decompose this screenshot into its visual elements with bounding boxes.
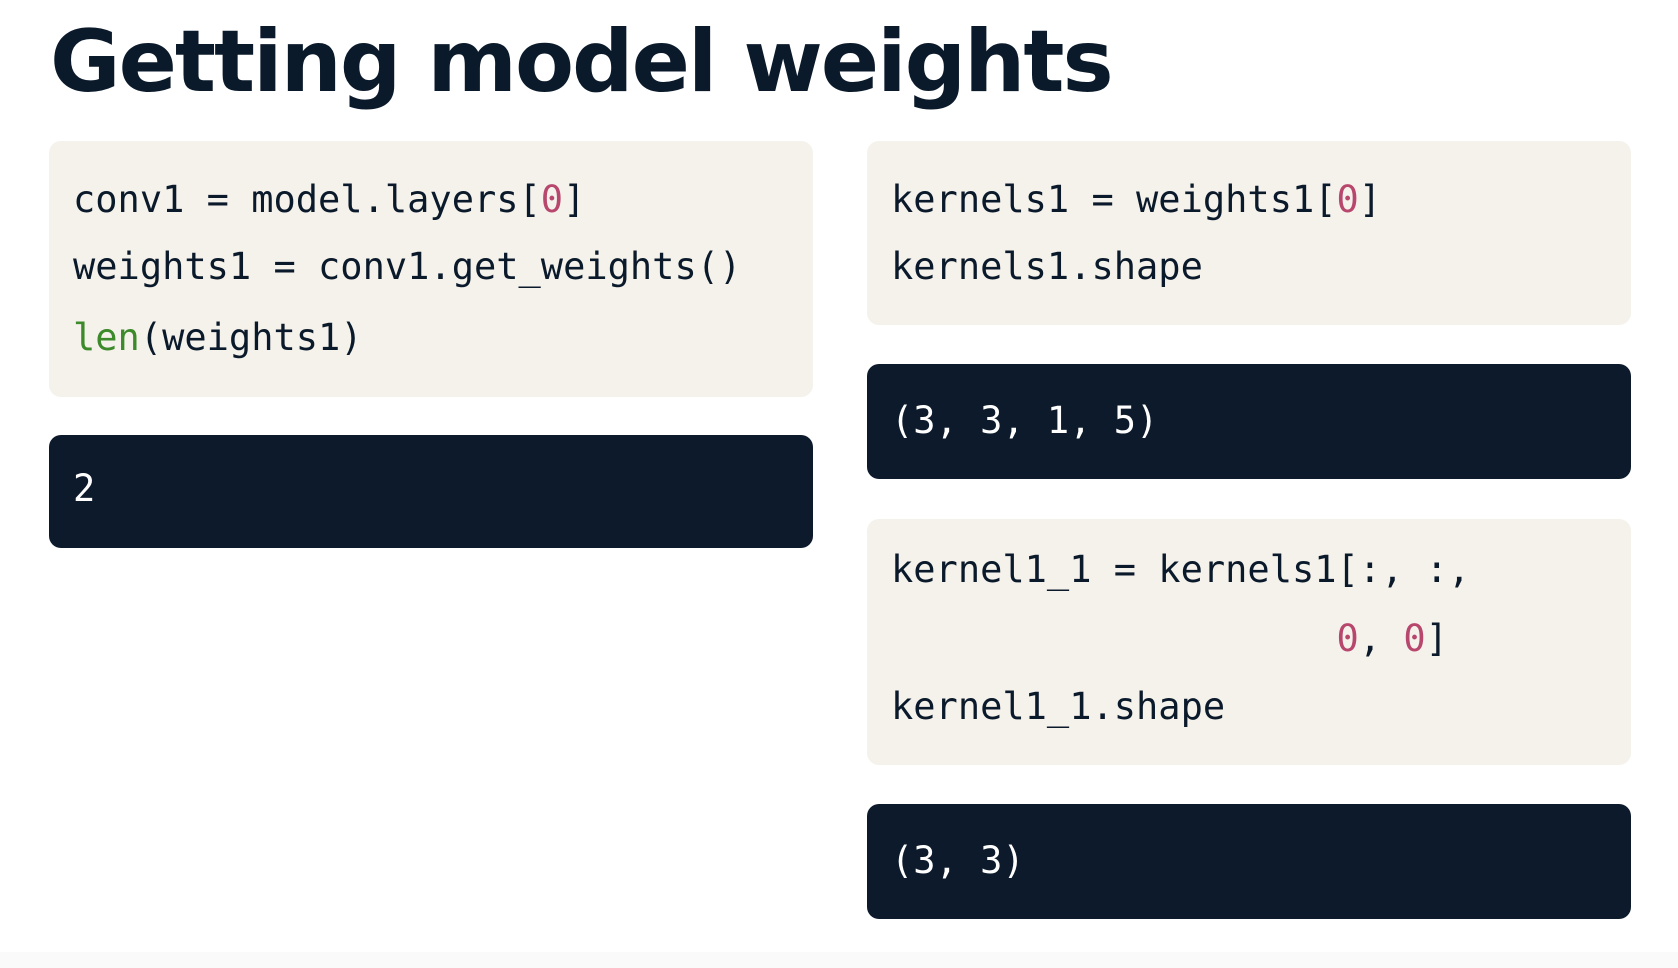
output-block-kernels-shape: (3, 3, 1, 5): [867, 364, 1631, 479]
code-number: 0: [1336, 617, 1359, 660]
output-block-kernel1-1-shape: (3, 3): [867, 804, 1631, 919]
code-number: 0: [540, 178, 564, 221]
code-text: (weights1): [139, 316, 363, 359]
output-text: 2: [73, 467, 96, 510]
output-text: (3, 3, 1, 5): [891, 399, 1159, 442]
code-line: kernel1_1 = kernels1[:, :,: [891, 548, 1471, 591]
code-line: kernels1 = weights1[0]: [891, 178, 1381, 222]
code-text: ]: [563, 178, 586, 221]
code-builtin: len: [73, 316, 140, 359]
slide-title: Getting model weights: [50, 12, 1114, 112]
code-text: ,: [1358, 617, 1404, 660]
code-block-kernels-shape: kernels1 = weights1[0] kernels1.shape: [867, 141, 1631, 325]
code-number: 0: [1336, 178, 1359, 221]
code-line: kernels1.shape: [891, 245, 1203, 288]
code-text: ]: [1358, 178, 1382, 221]
code-line: len(weights1): [73, 316, 363, 360]
output-text: (3, 3): [891, 839, 1025, 882]
code-line: 0, 0]: [891, 617, 1448, 661]
output-block-len: 2: [49, 435, 813, 548]
code-line: kernel1_1.shape: [891, 685, 1226, 728]
footer-strip: [0, 952, 1678, 968]
code-text: kernels1 = weights1[: [891, 178, 1337, 221]
code-line: conv1 = model.layers[0]: [73, 178, 585, 222]
code-line: weights1 = conv1.get_weights(): [73, 245, 742, 288]
code-block-kernel1-1-shape: kernel1_1 = kernels1[:, :, 0, 0] kernel1…: [867, 519, 1631, 765]
code-number: 0: [1403, 617, 1426, 660]
code-block-get-weights: conv1 = model.layers[0] weights1 = conv1…: [49, 141, 813, 397]
code-text: ]: [1425, 617, 1448, 660]
code-text: conv1 = model.layers[: [73, 178, 541, 221]
